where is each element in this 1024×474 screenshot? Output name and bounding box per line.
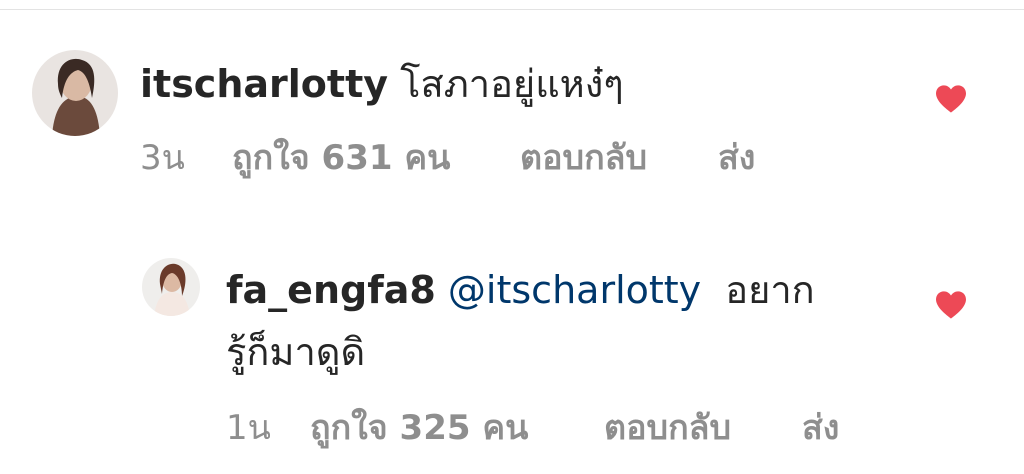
comment-body: itscharlotty โสภาอยู่แหง๋ๆ bbox=[140, 60, 624, 108]
avatar[interactable] bbox=[142, 258, 200, 316]
like-count-link[interactable]: ถูกใจ 325 คน bbox=[310, 406, 528, 450]
like-count-link[interactable]: ถูกใจ 631 คน bbox=[232, 136, 450, 180]
comment-meta: 1น ถูกใจ 325 คน ตอบกลับ ส่ง bbox=[0, 406, 900, 450]
send-button[interactable]: ส่ง bbox=[718, 136, 755, 180]
avatar[interactable] bbox=[32, 50, 118, 136]
heart-icon[interactable] bbox=[934, 84, 968, 114]
comment-text: โสภาอยู่แหง๋ๆ bbox=[400, 62, 624, 106]
heart-icon[interactable] bbox=[934, 290, 968, 320]
comment-text-continued: รู้ก็มาดูดิ bbox=[226, 330, 366, 374]
comment-text: อยาก bbox=[725, 268, 815, 312]
comment-username[interactable]: fa_engfa8 bbox=[226, 268, 436, 312]
comment-time: 1น bbox=[226, 408, 271, 448]
send-button[interactable]: ส่ง bbox=[802, 406, 839, 450]
comment-body-line-2: รู้ก็มาดูดิ bbox=[226, 328, 365, 376]
reply-button[interactable]: ตอบกลับ bbox=[604, 406, 731, 450]
comment-time: 3น bbox=[140, 138, 185, 178]
mention-link[interactable]: @itscharlotty bbox=[448, 268, 701, 312]
comment-meta: 3น ถูกใจ 631 คน ตอบกลับ ส่ง bbox=[0, 136, 800, 180]
comment-body-line-1: fa_engfa8 @itscharlotty อยาก bbox=[226, 266, 815, 314]
comment: itscharlotty โสภาอยู่แหง๋ๆ 3น ถูกใจ 631 … bbox=[0, 0, 1024, 200]
comment-reply: fa_engfa8 @itscharlotty อยาก รู้ก็มาดูดิ… bbox=[0, 200, 1024, 474]
reply-button[interactable]: ตอบกลับ bbox=[520, 136, 647, 180]
comment-username[interactable]: itscharlotty bbox=[140, 62, 388, 106]
